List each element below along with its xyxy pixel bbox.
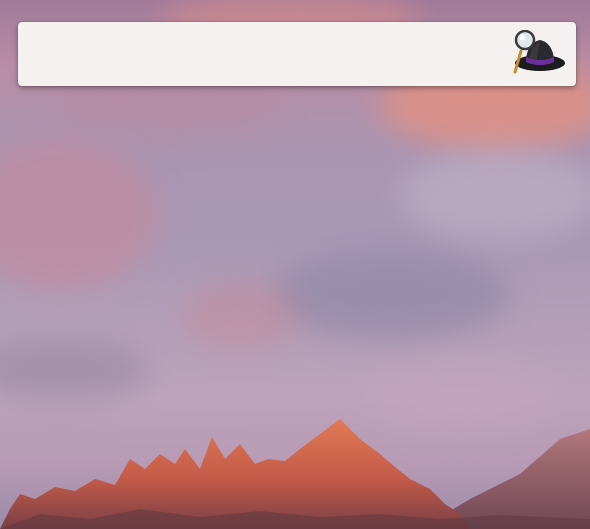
desktop-wallpaper: [0, 0, 590, 529]
wallpaper-cloud: [270, 250, 510, 340]
wallpaper-mountains: [0, 419, 590, 529]
wallpaper-cloud: [180, 280, 300, 350]
wallpaper-cloud: [400, 150, 590, 240]
wallpaper-cloud: [0, 340, 150, 400]
wallpaper-cloud: [0, 140, 160, 290]
alfred-hat-magnifier-icon: [513, 30, 565, 74]
launcher-search-input[interactable]: [32, 32, 502, 76]
launcher-bar: [18, 22, 576, 86]
